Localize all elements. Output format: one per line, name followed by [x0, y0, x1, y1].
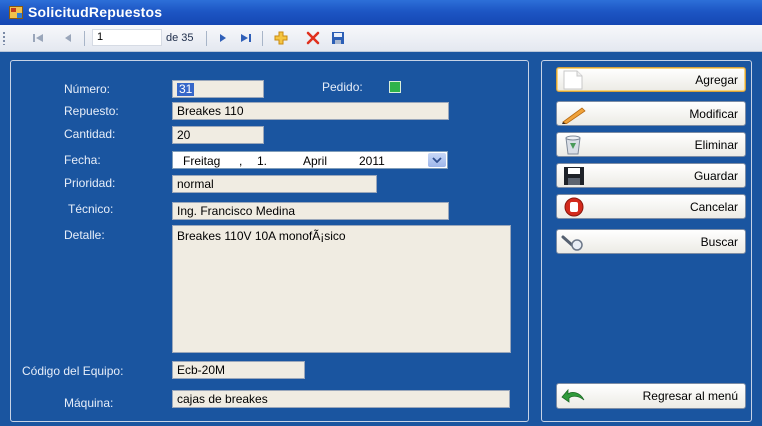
window-title: SolicitudRepuestos	[28, 4, 163, 20]
floppy-disk-icon	[564, 167, 584, 185]
fecha-label: Fecha:	[64, 153, 101, 167]
regresar-menu-button[interactable]: Regresar al menú	[556, 383, 746, 409]
maquina-label: Máquina:	[64, 396, 114, 410]
record-count-label: de 35	[166, 32, 194, 44]
buscar-button[interactable]: Buscar	[556, 229, 746, 254]
fecha-year: 2011	[359, 154, 385, 168]
prioridad-field[interactable]: normal	[172, 175, 377, 193]
new-document-icon	[563, 70, 583, 90]
cancelar-button[interactable]: Cancelar	[556, 194, 746, 219]
numero-value: 31	[177, 82, 195, 96]
toolbar-grip[interactable]	[3, 32, 5, 45]
modificar-button[interactable]: Modificar	[556, 101, 746, 126]
fecha-day: 1.	[257, 154, 268, 168]
recycle-bin-icon	[565, 135, 581, 155]
pedido-checkbox[interactable]	[389, 81, 401, 93]
chevron-down-icon	[432, 157, 442, 163]
detalle-label: Detalle:	[64, 228, 105, 242]
eliminar-button[interactable]: Eliminar	[556, 132, 746, 157]
numero-label: Número:	[64, 82, 111, 96]
form-window: SolicitudRepuestos 1 de 35 Número: Pedid…	[0, 0, 762, 426]
fecha-month: April	[303, 154, 328, 168]
buscar-label: Buscar	[700, 235, 738, 249]
maquina-field[interactable]: cajas de breakes	[172, 390, 510, 408]
position-input[interactable]: 1	[92, 29, 162, 46]
eliminar-label: Eliminar	[694, 138, 738, 152]
detalle-textarea[interactable]: Breakes 110V 10A monofÃ¡sico	[172, 225, 511, 353]
save-icon[interactable]	[330, 30, 346, 46]
toolbar-separator	[206, 31, 207, 46]
toolbar-separator	[84, 31, 85, 46]
fecha-datepicker[interactable]: Freitag , 1. April 2011	[172, 151, 448, 169]
cantidad-label: Cantidad:	[64, 127, 116, 141]
add-new-icon[interactable]	[273, 30, 289, 46]
cancelar-label: Cancelar	[689, 200, 738, 214]
app-icon	[9, 6, 23, 19]
agregar-button[interactable]: Agregar	[556, 67, 746, 92]
cantidad-field[interactable]: 20	[172, 126, 264, 144]
repuesto-field[interactable]: Breakes 110	[172, 102, 449, 120]
move-first-icon[interactable]	[30, 30, 46, 46]
guardar-label: Guardar	[693, 169, 738, 183]
binding-navigator-toolbar: 1 de 35	[0, 25, 762, 52]
back-arrow-icon	[561, 388, 585, 403]
calendar-dropdown-button[interactable]	[428, 153, 446, 167]
numero-field[interactable]: 31	[172, 80, 264, 98]
repuesto-label: Repuesto:	[64, 104, 119, 118]
move-next-icon[interactable]	[215, 30, 231, 46]
agregar-label: Agregar	[695, 73, 738, 87]
tecnico-field[interactable]: Ing. Francisco Medina	[172, 202, 449, 220]
codigo-equipo-label: Código del Equipo:	[22, 364, 124, 378]
toolbar-separator	[262, 31, 263, 46]
title-bar: SolicitudRepuestos	[0, 0, 762, 25]
move-last-icon[interactable]	[238, 30, 254, 46]
fecha-separator: ,	[239, 154, 243, 168]
move-previous-icon[interactable]	[60, 30, 76, 46]
delete-icon[interactable]	[305, 30, 321, 46]
modificar-label: Modificar	[689, 107, 738, 121]
prioridad-label: Prioridad:	[64, 176, 116, 190]
codigo-equipo-field[interactable]: Ecb-20M	[172, 361, 305, 379]
regresar-menu-label: Regresar al menú	[642, 389, 738, 403]
pencil-icon	[562, 107, 586, 124]
fecha-weekday: Freitag	[183, 154, 221, 168]
tecnico-label: Técnico:	[68, 202, 114, 216]
guardar-button[interactable]: Guardar	[556, 163, 746, 188]
pedido-label: Pedido:	[322, 80, 363, 94]
stop-hand-icon	[564, 197, 584, 217]
magnifier-icon	[561, 235, 583, 251]
